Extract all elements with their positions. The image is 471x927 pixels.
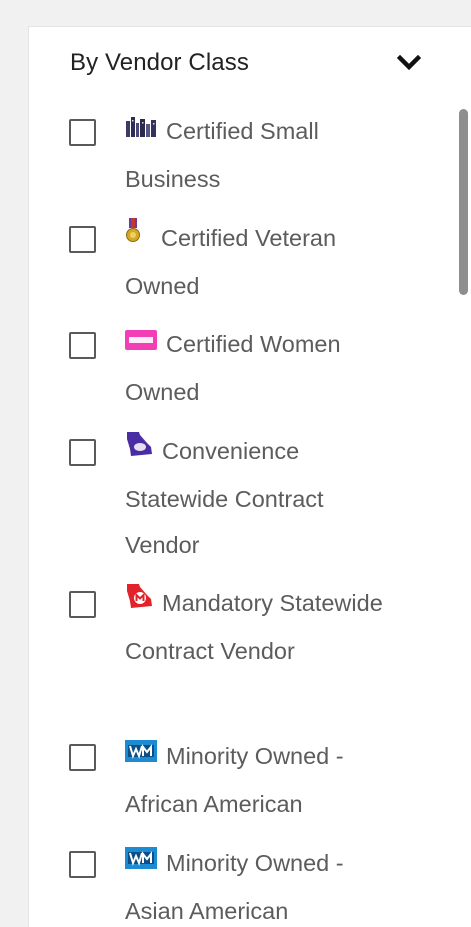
item-label: Certified Women Owned [125, 321, 385, 415]
checkbox-convenience-statewide[interactable] [69, 439, 96, 466]
checkbox-certified-women-owned[interactable] [69, 332, 96, 359]
filter-header[interactable]: By Vendor Class [70, 45, 422, 81]
checkbox-minority-asian-american[interactable] [69, 851, 96, 878]
item-label: Mandatory Statewide Contract Vendor [125, 580, 385, 674]
veteran-medal-icon [125, 213, 141, 259]
checkbox-certified-veteran-owned[interactable] [69, 226, 96, 253]
checkbox-certified-small-business[interactable] [69, 119, 96, 146]
wbe-icon [125, 319, 157, 365]
vendor-class-filter-panel: By Vendor Class Certified Small Business… [28, 26, 471, 927]
checkbox-minority-african-american[interactable] [69, 744, 96, 771]
georgia-convenience-icon [125, 426, 153, 472]
item-label: Minority Owned - African American [125, 733, 385, 827]
checkbox-mandatory-statewide[interactable] [69, 591, 96, 618]
minority-owned-icon [125, 838, 157, 884]
small-business-icon [125, 106, 157, 152]
item-label: Minority Owned - Asian American [125, 840, 385, 927]
scrollbar-thumb[interactable] [459, 109, 468, 295]
chevron-down-icon[interactable] [396, 50, 422, 76]
minority-owned-icon [125, 731, 157, 777]
filter-title: By Vendor Class [70, 49, 249, 76]
item-label: Certified Small Business [125, 108, 385, 202]
georgia-mandatory-icon [125, 578, 153, 624]
item-label: Convenience Statewide Contract Vendor [125, 428, 385, 568]
item-label: Certified Veteran Owned [125, 215, 385, 309]
